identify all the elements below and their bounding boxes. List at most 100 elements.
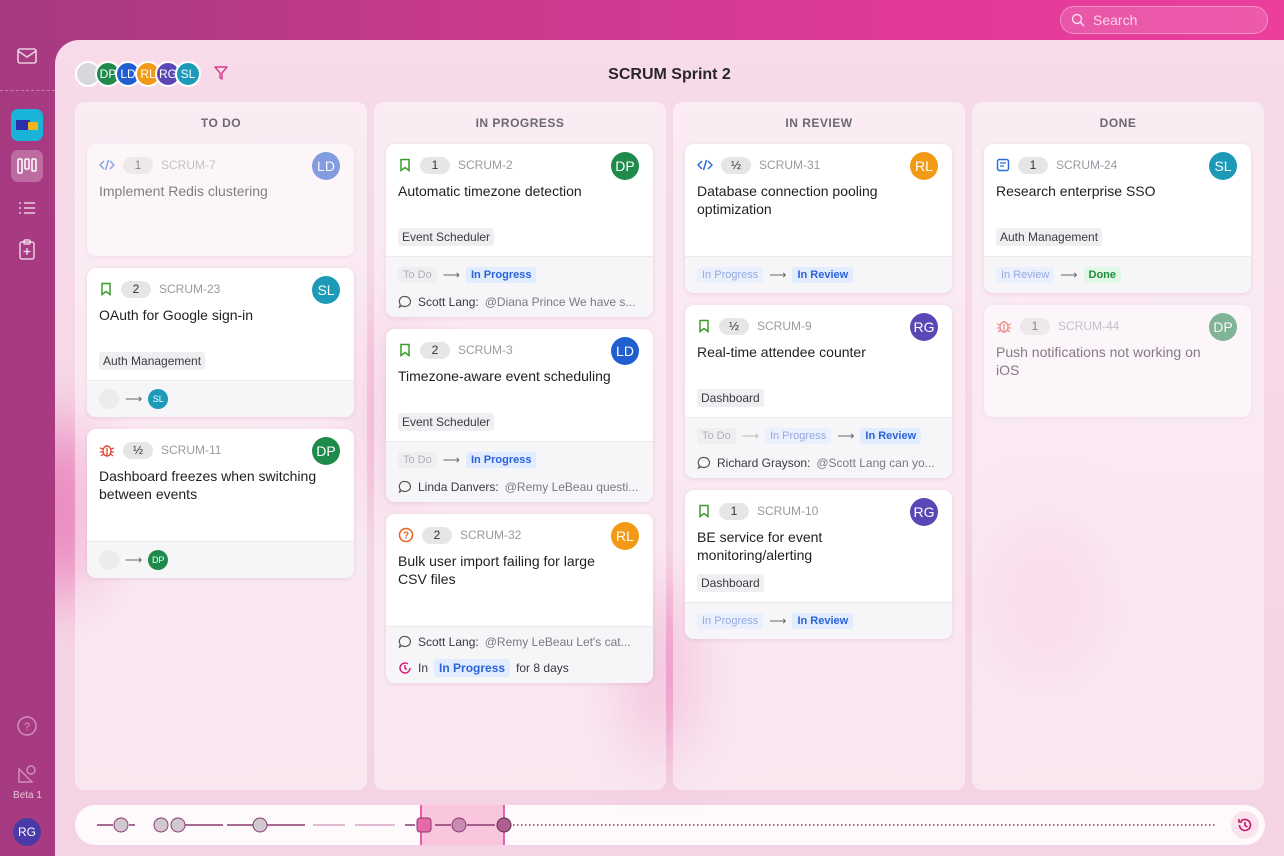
help-button[interactable]: ? <box>11 710 43 742</box>
age-prefix: In <box>418 661 429 675</box>
project-button[interactable] <box>11 109 43 141</box>
task-card[interactable]: 1 SCRUM-24 Research enterprise SSO Auth Man… <box>984 144 1251 293</box>
card-body: 2 SCRUM-3 Timezone-aware event scheduling E… <box>386 329 653 441</box>
bookmark-icon <box>398 158 412 172</box>
latest-comment[interactable]: Richard Grayson: @Scott Lang can yo... <box>697 456 940 470</box>
add-task-button[interactable] <box>11 234 43 266</box>
svg-text:?: ? <box>403 531 409 542</box>
code-icon <box>697 158 713 172</box>
age-duration: for 8 days <box>516 661 569 675</box>
user-avatar[interactable]: RG <box>13 818 41 846</box>
epic-tag[interactable]: Dashboard <box>697 389 764 407</box>
status-badge: To Do <box>398 452 437 468</box>
task-card[interactable]: ½ SCRUM-11 Dashboard freezes when switchin… <box>87 429 354 578</box>
board-view-button[interactable] <box>11 150 43 182</box>
bookmark-icon <box>99 282 113 296</box>
status-badge: To Do <box>398 267 437 283</box>
arrow-right-icon: ⟶ <box>837 429 855 443</box>
card-activity: ⟶ DP <box>87 541 354 578</box>
story-points-badge: ½ <box>719 317 749 335</box>
comment-icon <box>398 480 411 494</box>
epic-tag[interactable]: Event Scheduler <box>398 228 495 246</box>
assignee-avatar[interactable]: RL <box>611 522 639 550</box>
column-title: IN PROGRESS <box>475 116 565 130</box>
story-points-badge: 1 <box>1018 156 1048 174</box>
assignee-avatar[interactable]: DP <box>1209 313 1237 341</box>
task-card[interactable]: ½ SCRUM-31 Database connection pooling opt… <box>685 144 952 293</box>
comment-author: Linda Danvers: <box>418 480 499 494</box>
epic-tag[interactable]: Dashboard <box>697 574 764 592</box>
beta-button[interactable] <box>11 758 43 790</box>
comment-text: @Scott Lang can yo... <box>816 456 935 470</box>
task-card[interactable]: 1 SCRUM-7 Implement Redis clustering LD <box>87 144 354 256</box>
inbox-button[interactable] <box>11 40 43 72</box>
task-card[interactable]: 1 SCRUM-44 Push notifications not working … <box>984 305 1251 417</box>
card-title: Research enterprise SSO <box>996 183 1156 199</box>
svg-text:?: ? <box>24 721 30 733</box>
assignee-avatar[interactable]: SL <box>1209 152 1237 180</box>
latest-comment[interactable]: Scott Lang: @Remy LeBeau Let's cat... <box>398 635 641 649</box>
sidebar-divider <box>0 90 55 91</box>
task-card[interactable]: ½ SCRUM-9 Real-time attendee counter Dashbo… <box>685 305 952 478</box>
epic-tag[interactable]: Event Scheduler <box>398 413 495 431</box>
search-input[interactable]: Search <box>1060 6 1268 34</box>
arrow-right-icon: ⟶ <box>442 268 460 282</box>
card-meta: 2 SCRUM-3 <box>398 341 641 359</box>
project-logo-icon <box>16 120 38 130</box>
story-points-badge: ½ <box>123 441 153 459</box>
story-points-badge: 1 <box>719 502 749 520</box>
column-title: DONE <box>1099 116 1137 130</box>
unassigned-avatar <box>99 389 119 409</box>
card-meta: 2 SCRUM-23 <box>99 280 342 298</box>
status-badge: In Review <box>792 267 854 283</box>
card-meta: 1 SCRUM-44 <box>996 317 1239 335</box>
assignee-avatar[interactable]: DP <box>312 437 340 465</box>
latest-comment[interactable]: Scott Lang: @Diana Prince We have s... <box>398 295 641 309</box>
timeline-track[interactable] <box>75 805 1225 845</box>
column-in-review: IN REVIEW ½ SCRUM-31 Database connection po… <box>673 102 965 790</box>
arrow-right-icon: ⟶ <box>741 429 759 443</box>
assignee-avatar[interactable]: SL <box>312 276 340 304</box>
assignee-avatar[interactable]: LD <box>312 152 340 180</box>
assignment-change: ⟶ SL <box>99 389 342 409</box>
task-card[interactable]: 2 SCRUM-23 OAuth for Google sign-in Auth Ma… <box>87 268 354 417</box>
arrow-right-icon: ⟶ <box>442 453 460 467</box>
epic-tag[interactable]: Auth Management <box>996 228 1103 246</box>
epic-tag[interactable]: Auth Management <box>99 352 206 370</box>
issue-key: SCRUM-3 <box>458 343 513 357</box>
card-title: Real-time attendee counter <box>697 344 866 360</box>
comment-text: @Diana Prince We have s... <box>484 295 636 309</box>
status-badge: In Progress <box>465 452 537 468</box>
status-change: To Do ⟶ In Progress ⟶ In Review <box>697 426 940 446</box>
history-button[interactable] <box>1231 811 1259 839</box>
latest-comment[interactable]: Linda Danvers: @Remy LeBeau questi... <box>398 480 641 494</box>
new-assignee-avatar: DP <box>148 550 169 570</box>
clipboard-plus-icon <box>19 239 35 260</box>
mail-icon <box>17 48 37 64</box>
task-card[interactable]: ? 2 SCRUM-32 Bulk user import failing for l… <box>386 514 653 683</box>
assignee-avatar[interactable]: LD <box>611 337 639 365</box>
arrow-right-icon: ⟶ <box>125 392 143 406</box>
card-activity: In Progress ⟶ In Review <box>685 256 952 293</box>
assignee-avatar[interactable]: DP <box>611 152 639 180</box>
task-card[interactable]: 1 SCRUM-2 Automatic timezone detection Even… <box>386 144 653 317</box>
card-body: 1 SCRUM-7 Implement Redis clustering LD <box>87 144 354 256</box>
card-body: 2 SCRUM-23 OAuth for Google sign-in Auth Ma… <box>87 268 354 380</box>
status-badge: In Review <box>996 267 1055 283</box>
card-title: Dashboard freezes when switching between… <box>99 468 317 502</box>
sidebar: ? Beta 1 RG <box>0 40 55 856</box>
assignee-avatar[interactable]: RG <box>910 313 938 341</box>
task-card[interactable]: 2 SCRUM-3 Timezone-aware event scheduling E… <box>386 329 653 502</box>
card-meta: ? 2 SCRUM-32 <box>398 526 641 544</box>
board-panel: DP LD RL RG SL SCRUM Sprint 2 TO DO 1 SCRUM-7 I… <box>55 40 1284 856</box>
history-timeline[interactable] <box>75 805 1265 845</box>
list-view-button[interactable] <box>11 192 43 224</box>
card-meta: 1 SCRUM-10 <box>697 502 940 520</box>
card-title: Timezone-aware event scheduling <box>398 368 611 384</box>
status-badge: To Do <box>697 428 736 444</box>
task-card[interactable]: 1 SCRUM-10 BE service for event monitoring… <box>685 490 952 639</box>
card-body: 1 SCRUM-2 Automatic timezone detection Even… <box>386 144 653 256</box>
comment-text: @Remy LeBeau questi... <box>504 480 639 494</box>
assignee-avatar[interactable]: RL <box>910 152 938 180</box>
assignee-avatar[interactable]: RG <box>910 498 938 526</box>
